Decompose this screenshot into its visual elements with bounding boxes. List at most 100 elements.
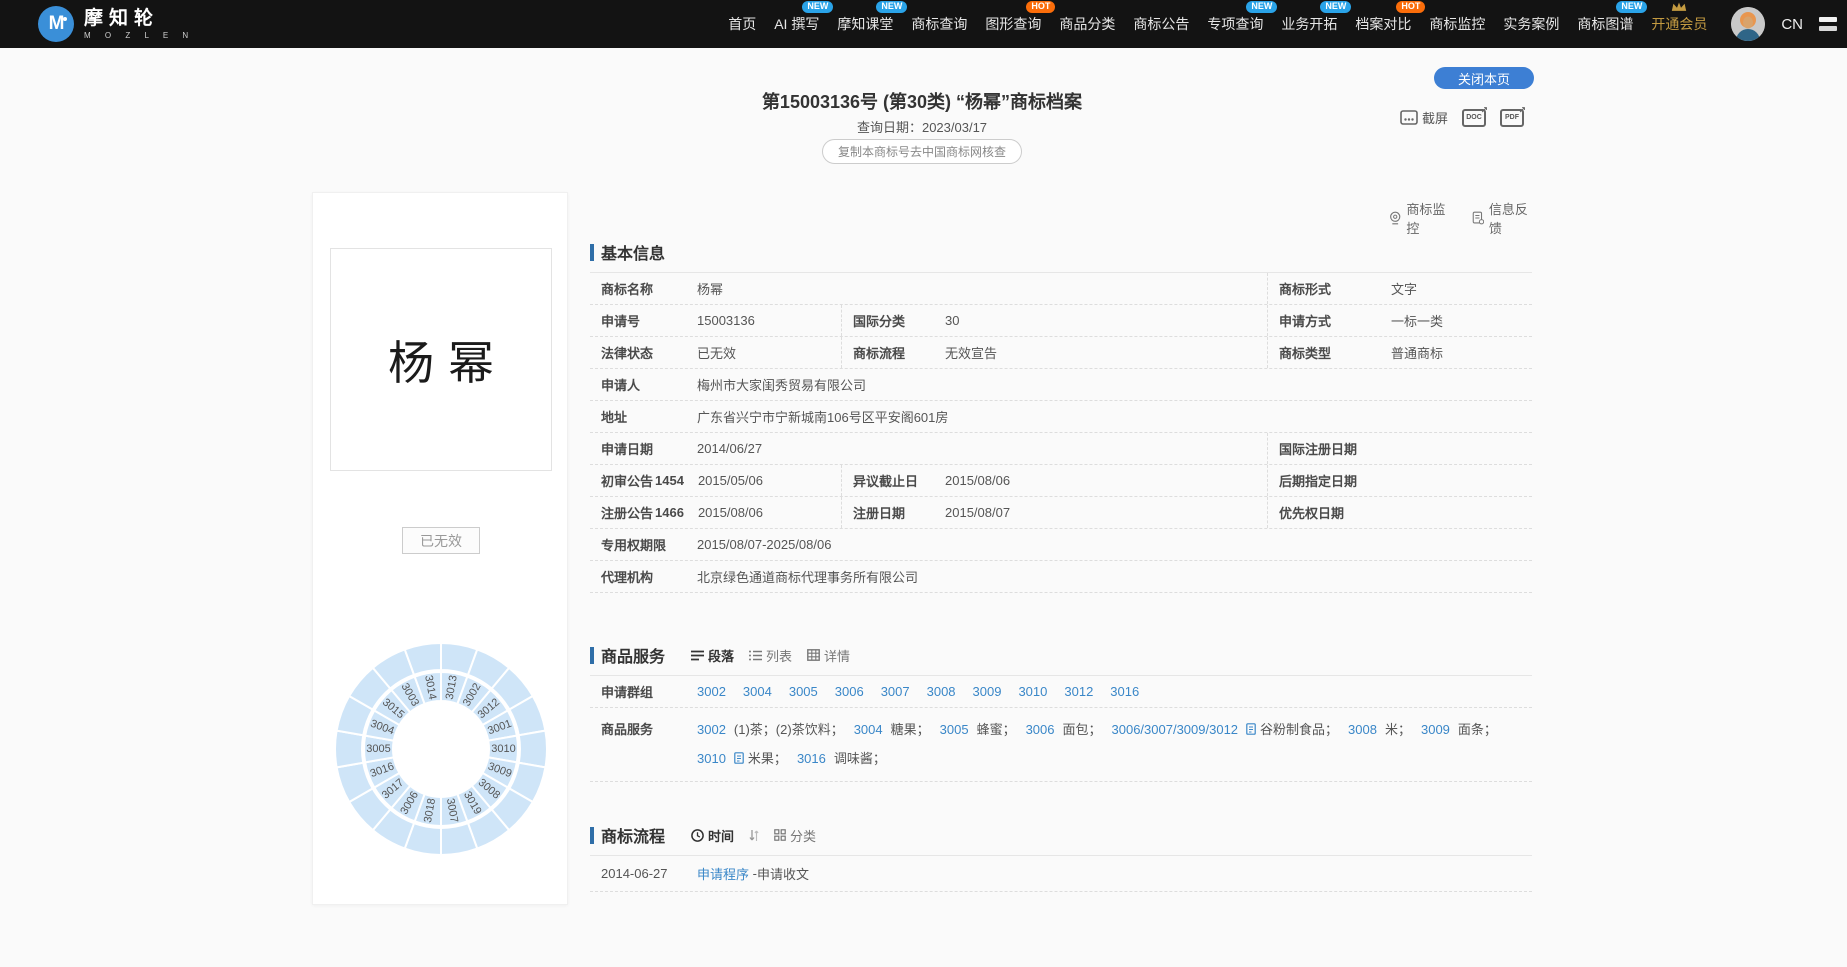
class-wheel: 3013300230123001301030093008301930073018… [333, 641, 549, 857]
export-pdf-button[interactable]: PDF↗ [1500, 109, 1524, 127]
group-link[interactable]: 3010 [1018, 684, 1047, 699]
trademark-image[interactable]: 杨幂 [330, 248, 552, 471]
language-switcher[interactable]: CN [1781, 16, 1803, 33]
nav-item-2[interactable]: AI 撰写NEW [774, 14, 819, 34]
webcam-icon [1389, 210, 1401, 226]
field-label[interactable]: 注册公告 [601, 503, 653, 522]
nav-item-10[interactable]: 档案对比HOT [1355, 14, 1411, 34]
user-avatar[interactable] [1731, 7, 1765, 41]
logo-icon: M [38, 6, 74, 42]
wheel-segment[interactable] [335, 731, 363, 768]
field-label: 法律状态 [601, 343, 697, 362]
group-link[interactable]: 3006 [835, 684, 864, 699]
info-cell: 后期指定日期 [1267, 465, 1532, 496]
goods-code-link[interactable]: 3010 [697, 751, 726, 766]
group-link[interactable]: 3012 [1064, 684, 1093, 699]
section-goods-header: 商品服务 段落 列表 [590, 642, 1532, 668]
page: M 摩知轮 M O Z L E N 首页 AI 撰写NEW 摩知课堂NEW 商标查询 图… [0, 0, 1847, 967]
field-label: 申请方式 [1279, 311, 1391, 330]
nav-item-6[interactable]: 商品分类 [1059, 14, 1115, 34]
field-value: 一标一类 [1391, 311, 1443, 330]
nav-item-label: 实务案例 [1503, 16, 1559, 32]
field-value: 已无效 [697, 343, 736, 362]
basic-info-table: 商标名称杨幂商标形式文字申请号15003136国际分类30申请方式一标一类法律状… [590, 273, 1532, 593]
goods-text: 米； [1385, 722, 1411, 737]
table-row: 申请号15003136国际分类30申请方式一标一类 [590, 305, 1532, 337]
copy-check-button[interactable]: 复制本商标号去中国商标网核查 [822, 139, 1022, 164]
category-grid-icon [774, 829, 786, 841]
goods-code-link[interactable]: 3002 [697, 722, 726, 737]
nav-item-4[interactable]: 商标查询 [911, 14, 967, 34]
nav-item-1[interactable]: 首页 [728, 14, 756, 34]
field-value-link[interactable]: 北京绿色通道商标代理事务所有限公司 [697, 567, 918, 586]
sort-arrows-icon [749, 829, 759, 842]
nav-item-5[interactable]: 图形查询HOT [985, 14, 1041, 34]
field-label: 初审公告 [601, 471, 653, 490]
info-cell: 注册公告14662015/08/06 [590, 497, 841, 528]
nav-item-11[interactable]: 商标监控 [1429, 14, 1485, 34]
goods-doc-icon[interactable] [734, 752, 744, 764]
feedback-link[interactable]: 信息反馈 [1472, 199, 1533, 237]
sort-toggle[interactable] [749, 829, 759, 842]
nav-item-label: 商标查询 [911, 16, 967, 32]
avatar-icon [1731, 7, 1765, 41]
trademark-monitor-link[interactable]: 商标监控 [1389, 199, 1450, 237]
section-accent-bar [590, 244, 594, 261]
goods-text: (1)茶；(2)茶饮料； [734, 722, 844, 737]
wheel-segment[interactable] [519, 731, 547, 768]
table-row: 代理机构北京绿色通道商标代理事务所有限公司 [590, 561, 1532, 593]
info-cell: 商标形式文字 [1267, 273, 1532, 304]
brand-logo[interactable]: M 摩知轮 M O Z L E N [38, 6, 194, 42]
goods-code-link[interactable]: 3006/3007/3009/3012 [1112, 722, 1239, 737]
hamburger-menu-icon[interactable] [1819, 17, 1837, 31]
export-doc-button[interactable]: DOC↗ [1462, 109, 1486, 127]
field-value: 2015/08/07 [945, 505, 1010, 520]
field-value: 15003136 [697, 313, 755, 328]
goods-text: 糖果； [891, 722, 930, 737]
class-wheel-svg: 3013300230123001301030093008301930073018… [333, 641, 549, 857]
new-badge: NEW [1616, 1, 1647, 13]
group-link[interactable]: 3009 [973, 684, 1002, 699]
group-link[interactable]: 3002 [697, 684, 726, 699]
flow-separator: - [749, 866, 757, 881]
screenshot-button[interactable]: 截屏 [1400, 108, 1448, 127]
goods-text: 谷粉制食品； [1260, 722, 1338, 737]
flow-tab-category[interactable]: 分类 [774, 826, 816, 845]
nav-menu: 首页 AI 撰写NEW 摩知课堂NEW 商标查询 图形查询HOT 商品分类商标公告专项查询… [728, 14, 1633, 34]
goods-doc-icon[interactable] [1246, 723, 1256, 735]
field-value: 2015/08/06 [698, 505, 763, 520]
nav-item-vip[interactable]: 开通会员 [1651, 14, 1707, 34]
group-link[interactable]: 3008 [927, 684, 956, 699]
table-row: 法律状态已无效商标流程无效宣告商标类型普通商标 [590, 337, 1532, 369]
section-accent-bar [590, 647, 594, 664]
field-value: 广东省兴宁市宁新城南106号区平安阁601房 [697, 407, 948, 426]
view-tab-detail[interactable]: 详情 [807, 646, 850, 665]
group-link[interactable]: 3005 [789, 684, 818, 699]
nav-item-12[interactable]: 实务案例 [1503, 14, 1559, 34]
flow-tab-time[interactable]: 时间 [691, 826, 734, 845]
field-value: 无效宣告 [945, 343, 997, 362]
group-link[interactable]: 3016 [1110, 684, 1139, 699]
group-link[interactable]: 3007 [881, 684, 910, 699]
nav-item-7[interactable]: 商标公告 [1133, 14, 1189, 34]
info-cell: 注册日期2015/08/07 [841, 497, 1267, 528]
nav-item-9[interactable]: 业务开拓NEW [1281, 14, 1337, 34]
nav-item-3[interactable]: 摩知课堂NEW [837, 14, 893, 34]
goods-code-link[interactable]: 3006 [1026, 722, 1055, 737]
goods-code-link[interactable]: 3005 [940, 722, 969, 737]
nav-item-13[interactable]: 商标图谱NEW [1577, 14, 1633, 34]
goods-code-link[interactable]: 3016 [797, 751, 826, 766]
clock-icon [691, 829, 704, 842]
nav-item-8[interactable]: 专项查询NEW [1207, 14, 1263, 34]
view-tab-paragraph[interactable]: 段落 [691, 646, 734, 665]
view-tab-list[interactable]: 列表 [749, 646, 792, 665]
flow-procedure-link[interactable]: 申请程序 [697, 864, 749, 883]
goods-code-link[interactable]: 3008 [1348, 722, 1377, 737]
info-cell: 商标名称杨幂 [590, 273, 1267, 304]
nav-item-label: 首页 [728, 16, 756, 32]
goods-code-link[interactable]: 3009 [1421, 722, 1450, 737]
goods-code-link[interactable]: 3004 [854, 722, 883, 737]
group-link[interactable]: 3004 [743, 684, 772, 699]
close-page-button[interactable]: 关闭本页 [1434, 67, 1534, 89]
field-value-link[interactable]: 梅州市大家闺秀贸易有限公司 [697, 375, 866, 394]
